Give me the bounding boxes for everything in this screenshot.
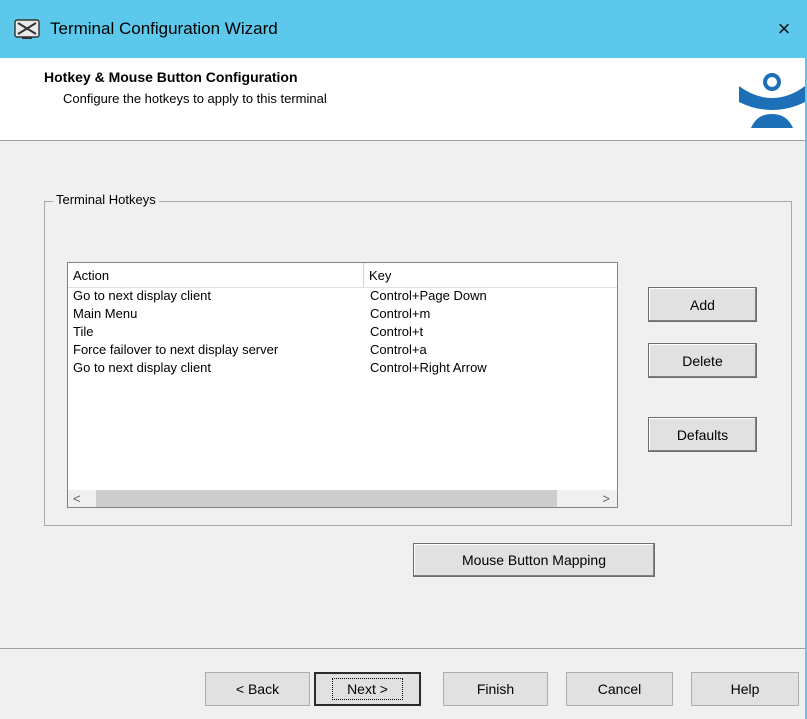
list-item-key: Control+Right Arrow (370, 360, 487, 375)
thinmanager-logo-icon (737, 68, 807, 128)
terminal-hotkeys-legend: Terminal Hotkeys (53, 192, 159, 207)
list-header: Action Key (68, 263, 617, 288)
next-button[interactable]: Next > (314, 672, 421, 706)
column-header-key[interactable]: Key (364, 263, 617, 287)
terminal-app-icon (14, 17, 40, 41)
wizard-header: Hotkey & Mouse Button Configuration Conf… (0, 58, 807, 141)
list-item-action: Go to next display client (73, 360, 212, 375)
horizontal-scrollbar[interactable]: < > (68, 490, 617, 507)
next-button-label: Next > (332, 678, 403, 700)
close-icon: × (777, 16, 791, 41)
scroll-left-icon[interactable]: < (73, 490, 81, 507)
list-rows: Go to next display client Control+Page D… (68, 287, 617, 377)
cancel-button[interactable]: Cancel (566, 672, 673, 706)
hotkeys-list[interactable]: Action Key Go to next display client Con… (67, 262, 618, 508)
page-title: Hotkey & Mouse Button Configuration (44, 69, 298, 85)
list-item-key: Control+a (370, 342, 427, 357)
list-item[interactable]: Go to next display client Control+Page D… (68, 287, 617, 305)
close-button[interactable]: × (761, 0, 807, 58)
list-item[interactable]: Main Menu Control+m (68, 305, 617, 323)
list-item-action: Main Menu (73, 306, 138, 321)
scrollbar-thumb[interactable] (96, 490, 557, 507)
back-button[interactable]: < Back (205, 672, 310, 706)
list-item-action: Go to next display client (73, 288, 212, 303)
list-item-key: Control+Page Down (370, 288, 487, 303)
list-item[interactable]: Tile Control+t (68, 323, 617, 341)
list-item-key: Control+m (370, 306, 431, 321)
list-item-action: Force failover to next display server (73, 342, 279, 357)
list-item[interactable]: Go to next display client Control+Right … (68, 359, 617, 377)
list-item-action: Tile (73, 324, 94, 339)
delete-button[interactable]: Delete (648, 343, 757, 378)
list-item-key: Control+t (370, 324, 424, 339)
window-title: Terminal Configuration Wizard (50, 19, 278, 38)
column-header-action[interactable]: Action (68, 263, 364, 287)
scroll-right-icon[interactable]: > (602, 490, 610, 507)
help-button[interactable]: Help (691, 672, 799, 706)
mouse-button-mapping-button[interactable]: Mouse Button Mapping (413, 543, 655, 577)
add-button[interactable]: Add (648, 287, 757, 322)
finish-button[interactable]: Finish (443, 672, 548, 706)
title-bar: Terminal Configuration Wizard × (0, 0, 807, 58)
defaults-button[interactable]: Defaults (648, 417, 757, 452)
page-subtitle: Configure the hotkeys to apply to this t… (63, 91, 327, 106)
list-item[interactable]: Force failover to next display server Co… (68, 341, 617, 359)
footer-divider (0, 648, 807, 649)
